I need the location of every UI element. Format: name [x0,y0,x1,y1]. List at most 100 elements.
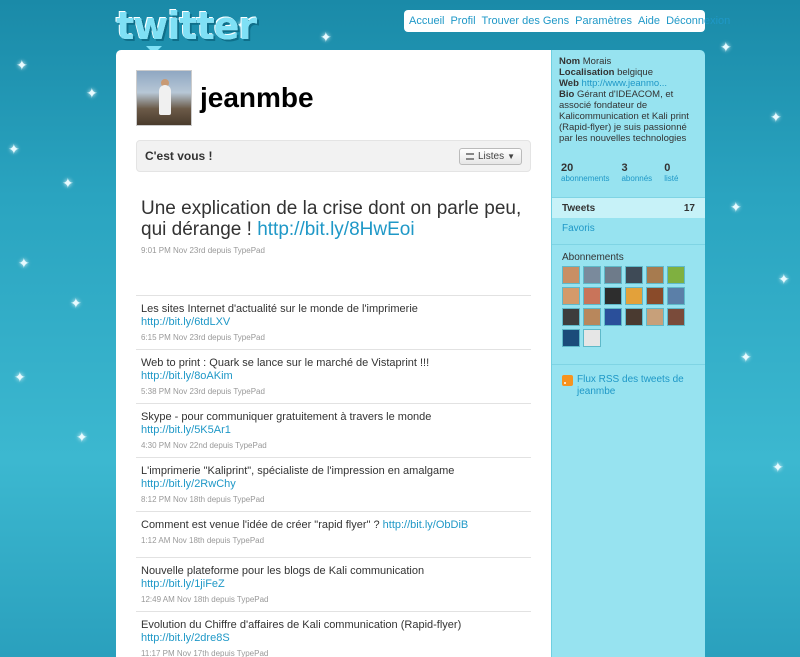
nav-settings[interactable]: Paramètres [575,15,632,27]
sparkle-decoration: ✦ [740,349,752,365]
following-avatar[interactable] [625,287,643,305]
tweet-meta[interactable]: 11:17 PM Nov 17th depuis TypePad [141,649,526,657]
lists-button[interactable]: Listes ▼ [458,147,522,165]
avatar-person [159,85,171,115]
tweet-link[interactable]: http://bit.ly/1jiFeZ [141,578,526,591]
tweet-text-inline: Comment est venue l'idée de créer "rapid… [141,519,526,532]
divider [552,364,705,365]
following-avatars [562,266,694,350]
nav-find-people[interactable]: Trouver des Gens [482,15,570,27]
tweet-meta[interactable]: 1:12 AM Nov 18th depuis TypePad [141,536,526,545]
profile-header: jeanmbe [136,70,314,126]
tweet-link[interactable]: http://bit.ly/8oAKim [141,370,526,383]
tweet-text: Nouvelle plateforme pour les blogs de Ka… [141,565,425,577]
following-avatar[interactable] [562,308,580,326]
avatar[interactable] [136,70,192,126]
stat-followers[interactable]: 3 abonnés [621,162,652,183]
latest-tweet-link[interactable]: http://bit.ly/8HwEoi [257,219,414,240]
lists-label: Listes [477,150,505,162]
twitter-logo[interactable]: twitter [116,4,257,54]
info-bio-label: Bio [559,89,575,100]
tab-tweets-label: Tweets [562,202,596,214]
info-web-label: Web [559,78,579,89]
tweets-count: 17 [683,202,695,214]
tweet-meta[interactable]: 8:12 PM Nov 18th depuis TypePad [141,495,526,504]
rss-icon [562,375,573,386]
following-avatar[interactable] [604,266,622,284]
following-avatar[interactable] [646,266,664,284]
following-avatar[interactable] [646,308,664,326]
tab-favorites[interactable]: Favoris [562,223,595,234]
latest-tweet-text: Une explication de la crise dont on parl… [141,198,536,240]
tab-tweets[interactable]: Tweets 17 [552,198,705,218]
stat-following[interactable]: 20 abonnements [561,162,609,183]
nav-help[interactable]: Aide [638,15,660,27]
tweet-meta[interactable]: 4:30 PM Nov 22nd depuis TypePad [141,441,526,450]
nav-home[interactable]: Accueil [409,15,444,27]
following-avatar[interactable] [625,308,643,326]
following-avatar[interactable] [604,308,622,326]
tweet-link[interactable]: http://bit.ly/5K5Ar1 [141,424,526,437]
chevron-down-icon: ▼ [507,151,515,161]
following-avatar[interactable] [667,287,685,305]
tweet-link[interactable]: http://bit.ly/2RwChy [141,478,526,491]
following-avatar[interactable] [562,287,580,305]
following-avatar[interactable] [583,308,601,326]
tweet-meta[interactable]: 12:49 AM Nov 18th depuis TypePad [141,595,526,604]
tweet-list: Les sites Internet d'actualité sur le mo… [136,295,531,657]
profile-info: Nom Morais Localisation belgique Web htt… [559,56,701,144]
following-title: Abonnements [562,252,624,263]
stat-label: listé [664,174,679,183]
following-avatar[interactable] [604,287,622,305]
sparkle-decoration: ✦ [86,85,98,101]
sparkle-decoration: ✦ [16,57,28,73]
info-bio: Gérant d'IDEACOM, et associé fondateur d… [559,89,689,144]
profile-sidebar: Nom Morais Localisation belgique Web htt… [551,50,705,657]
tweet-text: Comment est venue l'idée de créer "rapid… [141,519,383,531]
profile-username: jeanmbe [200,82,314,113]
list-item: Skype - pour communiquer gratuitement à … [136,403,531,457]
list-item: Web to print : Quark se lance sur le mar… [136,349,531,403]
latest-tweet-meta[interactable]: 9:01 PM Nov 23rd depuis TypePad [141,246,536,255]
info-location-row: Localisation belgique [559,67,701,78]
nav-logout[interactable]: Déconnexion [666,15,730,27]
info-web-row: Web http://www.jeanmo... [559,78,701,89]
tweet-link[interactable]: http://bit.ly/2dre8S [141,632,526,645]
following-avatar[interactable] [667,308,685,326]
info-location-label: Localisation [559,67,615,78]
tweet-meta[interactable]: 6:15 PM Nov 23rd depuis TypePad [141,333,526,342]
sparkle-decoration: ✦ [772,459,784,475]
sparkle-decoration: ✦ [770,109,782,125]
sparkle-decoration: ✦ [8,141,20,157]
latest-tweet: Une explication de la crise dont on parl… [141,198,536,255]
following-avatar[interactable] [583,287,601,305]
stat-number: 0 [664,162,671,174]
following-avatar[interactable] [625,266,643,284]
tweet-meta[interactable]: 5:38 PM Nov 23rd depuis TypePad [141,387,526,396]
list-item: Nouvelle plateforme pour les blogs de Ka… [136,557,531,611]
stat-label: abonnés [621,174,653,183]
tweet-link[interactable]: http://bit.ly/6tdLXV [141,316,526,329]
following-avatar[interactable] [562,329,580,347]
info-web-link[interactable]: http://www.jeanmo... [582,78,668,89]
nav-profile[interactable]: Profil [450,15,475,27]
list-item: Comment est venue l'idée de créer "rapid… [136,511,531,557]
following-avatar[interactable] [667,266,685,284]
following-avatar[interactable] [646,287,664,305]
rss-link[interactable]: Flux RSS des tweets de jeanmbe [562,374,705,398]
following-avatar[interactable] [562,266,580,284]
sparkle-decoration: ✦ [70,295,82,311]
tweet-link[interactable]: http://bit.ly/ObDiB [383,519,469,531]
sparkle-decoration: ✦ [76,429,88,445]
following-avatar[interactable] [583,266,601,284]
sparkle-decoration: ✦ [320,29,332,45]
following-avatar[interactable] [583,329,601,347]
stat-listed[interactable]: 0 listé [664,162,678,183]
rss-label: Flux RSS des tweets de jeanmbe [577,374,684,397]
sparkle-decoration: ✦ [778,271,790,287]
sparkle-decoration: ✦ [720,39,732,55]
tweet-text: Skype - pour communiquer gratuitement à … [141,411,432,423]
list-item: L'imprimerie "Kaliprint", spécialiste de… [136,457,531,511]
list-item: Les sites Internet d'actualité sur le mo… [136,295,531,349]
info-name-label: Nom [559,56,581,67]
